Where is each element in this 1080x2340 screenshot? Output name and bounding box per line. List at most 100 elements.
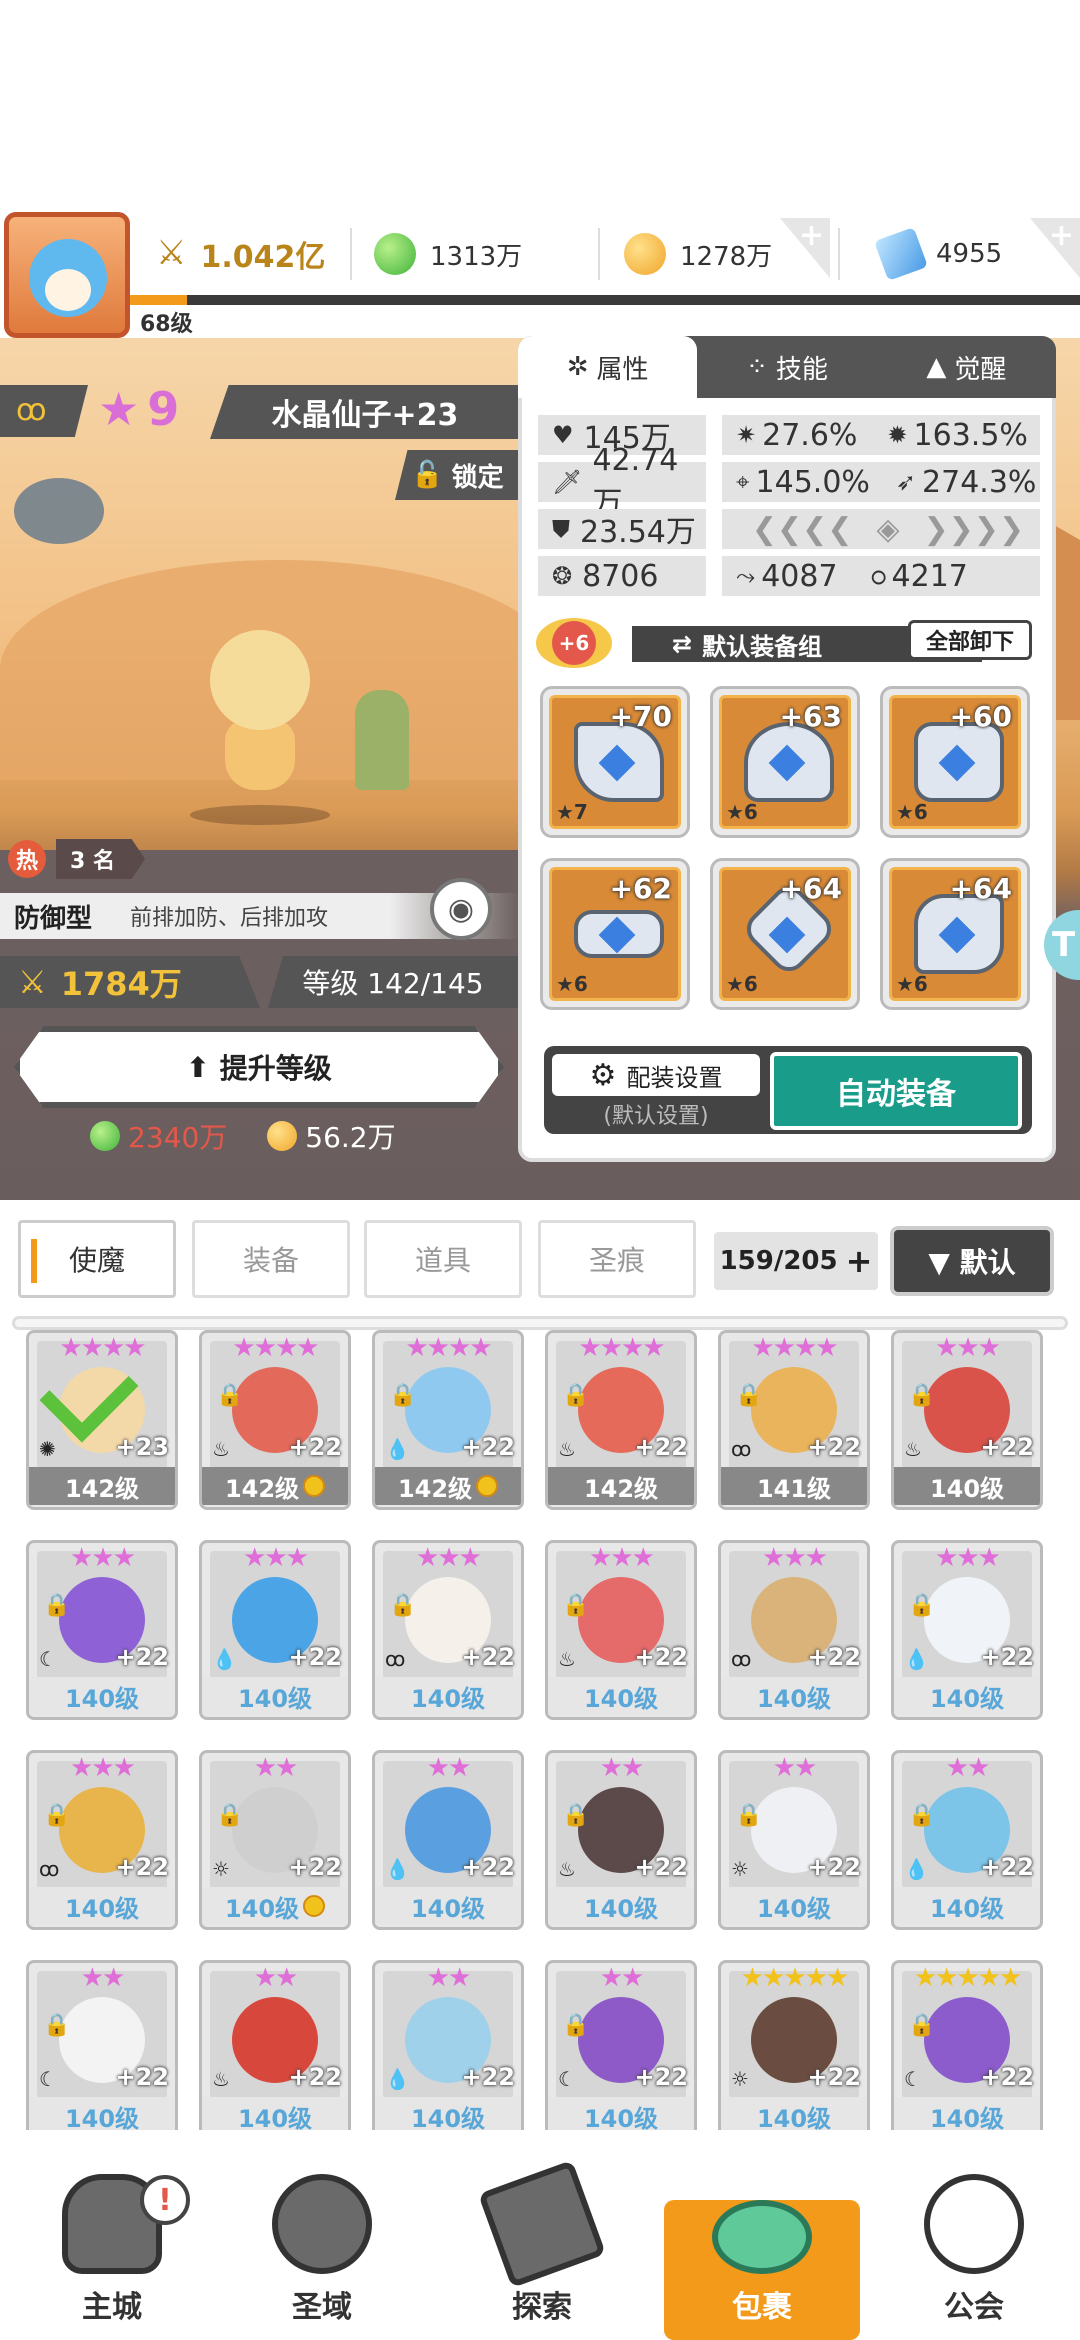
tab-skills[interactable]: ⁘ 技能 — [697, 336, 876, 398]
familiar-card[interactable]: ★★★ 🔒 ☾ +22 140级 — [26, 1540, 178, 1720]
plus-icon: + — [845, 1242, 873, 1280]
nav-explore[interactable]: 探索 — [452, 2159, 632, 2340]
inv-tab-items[interactable]: 道具 — [364, 1220, 522, 1298]
familiar-card[interactable]: ★★★★ 🔒 ♨ +22 142级 — [199, 1330, 351, 1510]
element-icon: ☾ — [558, 2067, 576, 2091]
star-rating: ★★★ — [416, 1543, 482, 1573]
familiar-card[interactable]: ★★ 🔒 ♨ +22 140级 — [545, 1750, 697, 1930]
inv-tab-familiars[interactable]: 使魔 — [18, 1220, 176, 1298]
familiar-level: 140级 — [721, 2097, 867, 2130]
lock-icon: 🔒 — [562, 2013, 590, 2038]
familiar-card[interactable]: ★★★★ 🔒 ♨ +22 142级 — [545, 1330, 697, 1510]
equip-slot-helmet[interactable]: +63 ★6 — [710, 686, 860, 838]
player-avatar[interactable] — [4, 212, 130, 338]
nav-sanctuary[interactable]: 圣域 — [232, 2160, 412, 2340]
familiar-card[interactable]: ★★★★ 🔒 💧 +22 142级 — [372, 1330, 524, 1510]
familiar-card[interactable]: ★★★ ꝏ +22 140级 — [718, 1540, 870, 1720]
hot-rank[interactable]: 热 3 名 — [8, 838, 168, 880]
familiar-level: 142级 — [202, 1467, 348, 1505]
equipment-header: +6 ⇄ 默认装备组 全部卸下 — [536, 616, 1036, 668]
vortex-icon — [272, 2174, 372, 2274]
lock-icon: 🔒 — [389, 1383, 417, 1408]
familiar-card[interactable]: ★★ ♨ +22 140级 — [199, 1960, 351, 2130]
familiar-card[interactable]: ★★★ 💧 +22 140级 — [199, 1540, 351, 1720]
upgrade-level-button[interactable]: ⬆ 提升等级 — [14, 1026, 504, 1108]
equip-slot-armor[interactable]: +60 ★6 — [880, 686, 1030, 838]
element-icon: ☾ — [39, 1647, 57, 1671]
familiar-level: 142级 — [375, 1467, 521, 1505]
inv-tab-equipment[interactable]: 装备 — [192, 1220, 350, 1298]
view-toggle-button[interactable]: ◉ — [430, 878, 492, 940]
familiar-card[interactable]: ★★ 🔒 💧 +22 140级 — [891, 1750, 1043, 1930]
equip-slot-weapon[interactable]: +70 ★7 — [540, 686, 690, 838]
familiar-card[interactable]: ★★★ 🔒 💧 +22 140级 — [891, 1540, 1043, 1720]
enhance-level: +22 — [807, 1643, 861, 1671]
familiar-card[interactable]: ★★ 🔒 ☾ +22 140级 — [545, 1960, 697, 2130]
tab-awaken[interactable]: ▲ 觉醒 — [877, 336, 1056, 398]
enhance-level: +22 — [634, 1643, 688, 1671]
lock-icon: 🔒 — [562, 1593, 590, 1618]
swap-icon: ⇄ — [672, 630, 693, 658]
star-rating: ★★ — [80, 1963, 126, 1993]
add-gold-button[interactable]: + — [780, 218, 830, 278]
familiar-card[interactable]: ★★★ 🔒 ♨ +22 140级 — [891, 1330, 1043, 1510]
element-icon: ꝏ — [731, 1437, 752, 1461]
strike-icon: ⤳ — [736, 562, 756, 590]
familiar-level: 140级 — [29, 1887, 175, 1925]
stat-defense: ⛊ 23.54万 — [538, 509, 706, 550]
nav-guild[interactable]: 公会 — [884, 2160, 1064, 2340]
inv-tab-stigmata[interactable]: 圣痕 — [538, 1220, 696, 1298]
enhance-level: +22 — [980, 1643, 1034, 1671]
familiar-card[interactable]: ★★★ 🔒 ♨ +22 140级 — [545, 1540, 697, 1720]
familiar-card[interactable]: ★★★★★ ☼ +22 140级 — [718, 1960, 870, 2130]
green-orb-icon — [374, 233, 416, 275]
familiar-level: 140级 — [721, 1677, 867, 1715]
element-icon: 💧 — [385, 2067, 410, 2091]
coin-icon — [303, 1475, 326, 1497]
star-rating: ★★★ — [935, 1333, 1001, 1363]
familiar-card[interactable]: ★★ 🔒 ☼ +22 140级 — [199, 1750, 351, 1930]
loadout-settings-button[interactable]: ⚙ 配装设置 — [552, 1054, 760, 1096]
chevrons-icon: ❯❯❯❯ — [923, 511, 1025, 547]
familiar-card[interactable]: ★★ 🔒 ☾ +22 140级 — [26, 1960, 178, 2130]
familiar-card[interactable]: ★★★ 🔒 ꝏ +22 140级 — [372, 1540, 524, 1720]
equip-slot-necklace[interactable]: +64 ★6 — [710, 858, 860, 1010]
gem-currency: 4955 — [874, 227, 1002, 281]
green-orb-icon — [90, 1121, 120, 1151]
familiar-card[interactable]: ★★ 💧 +22 140级 — [372, 1750, 524, 1930]
familiar-card[interactable]: ★★ 💧 +22 140级 — [372, 1960, 524, 2130]
lock-icon: 🔒 — [216, 1803, 244, 1828]
star-rating: ★★★ — [589, 1543, 655, 1573]
familiar-card[interactable]: ★★ 🔒 ☼ +22 140级 — [718, 1750, 870, 1930]
star-rating: ★★ — [253, 1753, 299, 1783]
equip-slot-belt[interactable]: +62 ★6 — [540, 858, 690, 1010]
xp-bar — [130, 295, 1080, 305]
enhance-level: +22 — [115, 1853, 169, 1881]
nav-backpack[interactable]: 包裹 — [664, 2200, 860, 2340]
lock-icon: 🔒 — [735, 1803, 763, 1828]
add-gem-button[interactable]: + — [1030, 218, 1080, 278]
scroll-divider — [12, 1316, 1068, 1330]
auto-equip-button[interactable]: 自动装备 — [770, 1052, 1022, 1130]
familiar-card[interactable]: ★★★★ ✺ +23 142级 — [26, 1330, 178, 1510]
equip-slot-boots[interactable]: +64 ★6 — [880, 858, 1030, 1010]
familiar-card[interactable]: ★★★ 🔒 ꝏ +22 140级 — [26, 1750, 178, 1930]
familiar-level: 140级 — [894, 1887, 1040, 1925]
pet-lock-icon[interactable] — [14, 478, 104, 544]
tab-attributes[interactable]: ✲ 属性 — [518, 336, 698, 398]
enhance-level: +22 — [461, 1433, 515, 1461]
enhance-level: +22 — [634, 1433, 688, 1461]
familiar-level: 140级 — [894, 1677, 1040, 1715]
familiar-card[interactable]: ★★★★★ 🔒 ☾ +22 140级 — [891, 1960, 1043, 2130]
loadout-subtitle: (默认设置) — [603, 1104, 709, 1129]
triangle-icon: ▲ — [926, 352, 947, 382]
unequip-all-button[interactable]: 全部卸下 — [908, 620, 1032, 660]
enhance-level: +22 — [807, 1433, 861, 1461]
inventory-count[interactable]: 159/205 + — [714, 1232, 878, 1290]
familiar-level: 142级 — [29, 1467, 175, 1505]
lock-button[interactable]: 🔓 锁定 — [395, 450, 520, 500]
sort-dropdown[interactable]: ▼ 默认 — [890, 1226, 1054, 1296]
familiar-card[interactable]: ★★★★ 🔒 ꝏ +22 141级 — [718, 1330, 870, 1510]
element-icon: ☼ — [731, 1857, 749, 1881]
enhance-badge[interactable]: +6 — [536, 618, 612, 668]
